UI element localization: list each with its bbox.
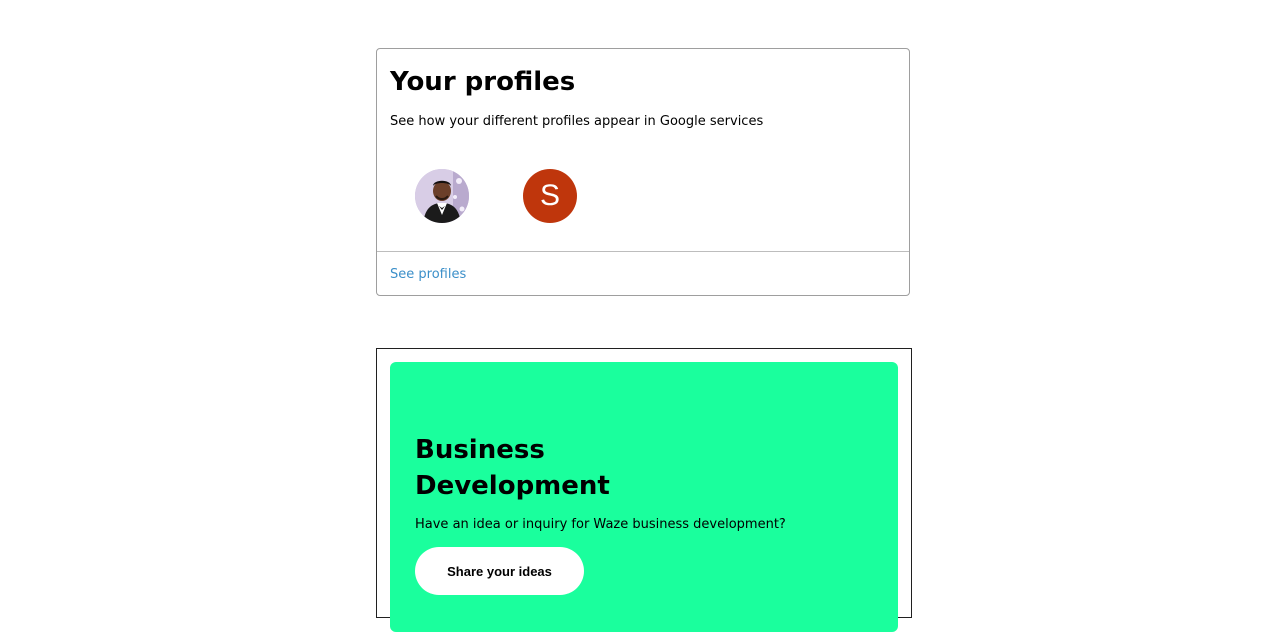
profile-letter-avatar[interactable]: S: [523, 169, 577, 223]
person-photo-icon: [415, 169, 469, 223]
business-description: Have an idea or inquiry for Waze busines…: [415, 517, 786, 532]
business-card: Business Development Have an idea or inq…: [376, 348, 912, 632]
profiles-title: Your profiles: [390, 67, 576, 97]
profiles-card: Your profiles See how your different pro…: [376, 48, 910, 296]
card-divider: [377, 251, 909, 252]
profiles-subtitle: See how your different profiles appear i…: [390, 114, 764, 129]
see-profiles-link[interactable]: See profiles: [390, 266, 466, 284]
business-panel: Business Development Have an idea or inq…: [390, 362, 898, 632]
business-title: Business Development: [415, 435, 610, 501]
share-ideas-button[interactable]: Share your ideas: [415, 547, 584, 595]
profile-photo-avatar[interactable]: [415, 169, 469, 223]
